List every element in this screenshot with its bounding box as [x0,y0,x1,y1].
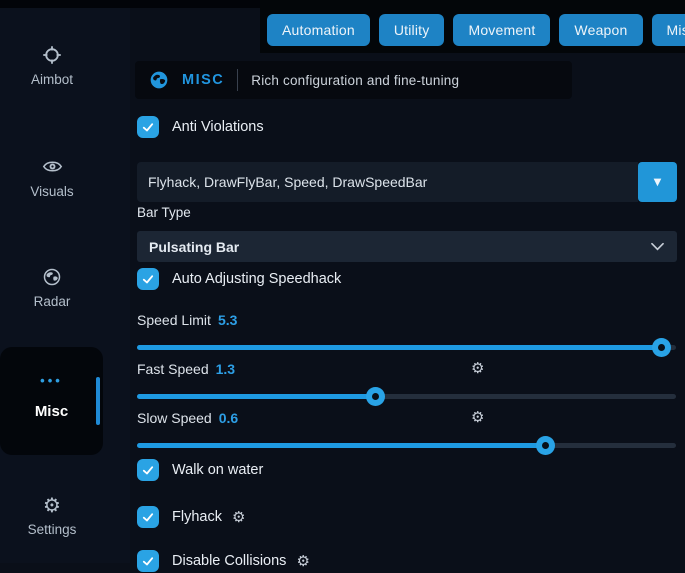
ellipsis-icon: ••• [0,373,103,388]
tab-bar: Automation Utility Movement Weapon Misc [260,0,685,46]
globe-icon [14,267,90,287]
slow-speed-slider[interactable] [137,436,676,455]
bar-type-select[interactable]: Pulsating Bar [137,231,677,262]
sidebar-item-settings[interactable]: ⚙ Settings [14,495,90,537]
speed-limit-labelrow: Speed Limit 5.3 [137,311,237,329]
speed-limit-slider[interactable] [137,338,676,357]
slow-speed-labelrow: Slow Speed 0.6 ⚙ [137,409,238,427]
section-subtitle: Rich configuration and fine-tuning [251,73,459,88]
section-header: MISC Rich configuration and fine-tuning [135,61,572,99]
dropdown-arrow-icon: ▼ [654,177,662,188]
check-icon [141,554,155,568]
tab-automation[interactable]: Automation [267,14,370,46]
sidebar-item-label: Radar [14,294,90,309]
sidebar-item-visuals[interactable]: Visuals [14,156,90,199]
slow-speed-value: 0.6 [219,410,238,426]
disable-collisions-checkbox[interactable] [137,550,159,572]
active-indicator-bar [96,377,100,425]
slider-fill [137,345,661,350]
slider-fill [137,443,545,448]
chevron-down-icon [650,240,665,253]
flyhack-row: Flyhack ⚙ [137,505,245,529]
bar-flags-dropdown-button[interactable]: ▼ [638,162,677,202]
disable-collisions-row: Disable Collisions ⚙ [137,549,310,573]
auto-adjusting-label: Auto Adjusting Speedhack [172,271,341,287]
tab-movement[interactable]: Movement [453,14,550,46]
main-content: Automation Utility Movement Weapon Misc … [130,0,685,563]
check-icon [141,120,155,134]
auto-adjusting-row: Auto Adjusting Speedhack [137,267,341,291]
fast-speed-label: Fast Speed [137,361,209,377]
anti-violations-checkbox[interactable] [137,116,159,138]
sidebar-item-radar[interactable]: Radar [14,267,90,309]
fast-speed-labelrow: Fast Speed 1.3 ⚙ [137,360,235,378]
disable-collisions-gear-icon[interactable]: ⚙ [296,552,309,570]
disable-collisions-label: Disable Collisions [172,553,286,569]
flyhack-gear-icon[interactable]: ⚙ [232,508,245,526]
sidebar-item-misc[interactable]: ••• Misc [0,347,103,455]
check-icon [141,463,155,477]
auto-adjusting-checkbox[interactable] [137,268,159,290]
sidebar: Aimbot Visuals Radar ••• Misc ⚙ Settings [0,8,130,563]
check-icon [141,272,155,286]
slider-fill [137,394,375,399]
sidebar-item-label: Visuals [14,184,90,199]
walk-on-water-row: Walk on water [137,458,263,482]
flyhack-label: Flyhack [172,509,222,525]
section-title: MISC [182,72,224,88]
slider-handle[interactable] [366,387,385,406]
fast-speed-slider[interactable] [137,387,676,406]
tab-misc[interactable]: Misc [652,14,685,46]
anti-violations-row: Anti Violations [137,115,264,139]
fast-speed-gear-icon[interactable]: ⚙ [471,359,484,377]
walk-on-water-checkbox[interactable] [137,459,159,481]
sidebar-item-label: Settings [14,522,90,537]
speed-limit-label: Speed Limit [137,312,211,328]
bar-flags-select[interactable]: Flyhack, DrawFlyBar, Speed, DrawSpeedBar… [137,162,677,202]
bar-type-value: Pulsating Bar [149,239,239,255]
fast-speed-value: 1.3 [216,361,235,377]
slow-speed-gear-icon[interactable]: ⚙ [471,408,484,426]
bar-type-label: Bar Type [137,205,191,220]
globe-icon [149,70,169,90]
speed-limit-value: 5.3 [218,312,237,328]
slider-handle[interactable] [536,436,555,455]
crosshair-icon [14,45,90,65]
sidebar-item-label: Aimbot [14,72,90,87]
tab-utility[interactable]: Utility [379,14,445,46]
sidebar-item-aimbot[interactable]: Aimbot [14,45,90,87]
eye-icon [14,156,90,177]
slider-handle[interactable] [652,338,671,357]
check-icon [141,510,155,524]
tabs-strip: Automation Utility Movement Weapon Misc [260,0,685,53]
sidebar-item-label: Misc [0,403,103,420]
divider [237,69,238,91]
bar-flags-value[interactable]: Flyhack, DrawFlyBar, Speed, DrawSpeedBar [137,162,638,202]
tab-weapon[interactable]: Weapon [559,14,642,46]
slow-speed-label: Slow Speed [137,410,212,426]
gear-icon: ⚙ [14,495,90,515]
anti-violations-label: Anti Violations [172,119,264,135]
flyhack-checkbox[interactable] [137,506,159,528]
walk-on-water-label: Walk on water [172,462,263,478]
